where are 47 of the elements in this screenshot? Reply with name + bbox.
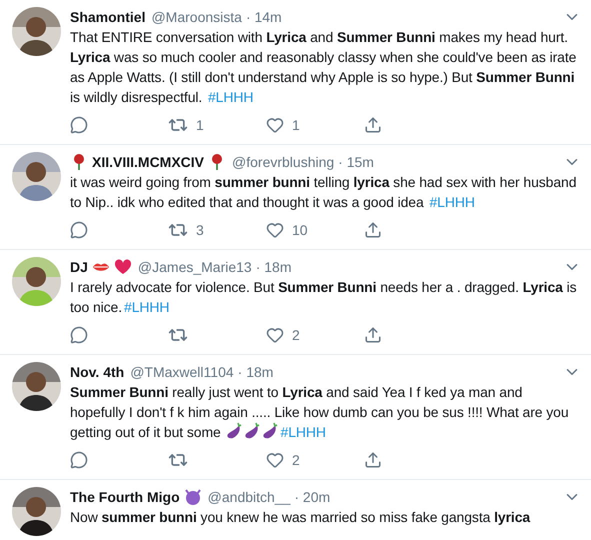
user-handle[interactable]: @andbitch__ <box>208 487 290 507</box>
tweet-text: Now summer bunni you knew he was married so miss fake gangsta lyrica <box>70 508 532 527</box>
user-name[interactable]: Nov. 4th <box>70 362 124 382</box>
tweet-time[interactable]: · 14m <box>246 7 282 27</box>
hashtag-link[interactable]: #LHHH <box>280 424 326 440</box>
heart-icon <box>114 258 132 276</box>
user-name[interactable]: Shamontiel <box>70 7 146 27</box>
share-icon <box>364 116 382 134</box>
tweet-text: Summer Bunni really just went to Lyrica and said Yea I f ked ya man and hopefully I don't f k him again ..... Like how dumb can you be sus !!!! What are you getting out of it but some #LHHH <box>70 383 570 442</box>
share-icon <box>364 326 382 344</box>
devil-face-icon <box>184 488 202 506</box>
retweet-button[interactable]: 3 <box>168 220 266 240</box>
eggplant-icon <box>260 422 279 440</box>
eggplant-icon <box>224 422 243 440</box>
like-button[interactable]: 10 <box>266 220 364 240</box>
hashtag-link[interactable]: #LHHH <box>208 89 254 105</box>
reply-icon <box>70 116 88 134</box>
user-name[interactable]: DJ <box>70 257 88 277</box>
tweet-time[interactable]: · 15m <box>338 152 374 172</box>
share-icon <box>364 451 382 469</box>
user-name[interactable]: XII.VIII.MCMXCIV <box>92 152 204 172</box>
user-handle[interactable]: @James_Marie13 <box>138 257 252 277</box>
user-handle[interactable]: @TMaxwell1104 <box>130 362 234 382</box>
tweet-text: I rarely advocate for violence. But Summer Bunni needs her a . dragged. Lyrica is too nice.#LHHH <box>70 278 578 317</box>
tweet-time[interactable]: · 18m <box>256 257 292 277</box>
user-name[interactable]: The Fourth Migo <box>70 487 180 507</box>
tweet-text: it was weird going from summer bunni telling lyrica she had sex with her husband to Nip.. idk who edited that and thought it was a good idea #LHHH <box>70 173 578 212</box>
reply-icon <box>70 326 88 344</box>
hashtag-link[interactable]: #LHHH <box>429 194 475 210</box>
user-handle[interactable]: @Maroonsista <box>151 7 242 27</box>
reply-icon <box>70 221 88 239</box>
eggplant-icon <box>242 422 261 440</box>
like-button[interactable]: 1 <box>266 115 364 135</box>
heart-icon <box>266 326 284 344</box>
like-button[interactable]: 2 <box>266 450 364 470</box>
heart-icon <box>266 116 284 134</box>
user-handle[interactable]: @forevrblushing <box>232 152 334 172</box>
retweet-button[interactable]: 1 <box>168 115 266 135</box>
heart-icon <box>266 221 284 239</box>
tweet-time[interactable]: · 18m <box>238 362 274 382</box>
tweet-time[interactable]: · 20m <box>294 487 330 507</box>
share-icon <box>364 221 382 239</box>
like-button[interactable]: 2 <box>266 325 364 345</box>
hashtag-link[interactable]: #LHHH <box>124 299 170 315</box>
reply-icon <box>70 451 88 469</box>
tweet-text: That ENTIRE conversation with Lyrica and Summer Bunni makes my head hurt. Lyrica was so much cooler and reasonably classy when she could've been as irate as Apple Watts. (I still don't understand why Apple is so hype.) But Summer Bunni is wildly disrespectful. #LHHH <box>70 28 578 107</box>
heart-icon <box>266 451 284 469</box>
